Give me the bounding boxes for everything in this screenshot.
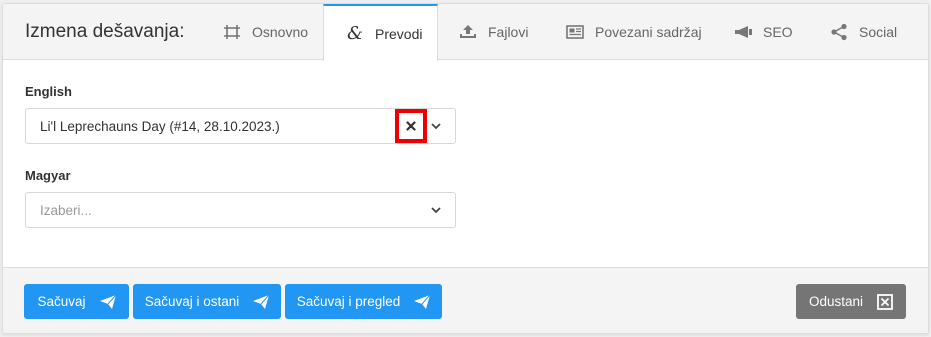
card-footer: Sačuvaj Sačuvaj i ostani Sačuvaj i pregl… [3, 267, 928, 333]
tab-label: Osnovno [252, 24, 309, 40]
tab-social[interactable]: Social [829, 4, 897, 60]
page-title: Izmena dešavanja: [25, 21, 185, 42]
save-button-label: Sačuvaj [37, 294, 86, 309]
magyar-placeholder: Izaberi... [40, 203, 92, 218]
close-box-icon [877, 293, 893, 310]
tab-label: Social [859, 24, 898, 40]
edit-event-card: Izmena dešavanja: Osnovno & Prevodi Fajl… [2, 3, 929, 334]
send-icon [253, 294, 270, 309]
tab-label: Fajlovi [488, 24, 529, 40]
magyar-label: Magyar [25, 168, 71, 183]
megaphone-icon [733, 22, 753, 42]
tab-label: SEO [763, 24, 793, 40]
frame-icon [222, 22, 242, 42]
send-icon [414, 294, 431, 309]
card-body: English Li'l Leprechauns Day (#14, 28.10… [3, 61, 928, 267]
tab-osnovno[interactable]: Osnovno [222, 4, 308, 60]
chevron-down-icon[interactable] [429, 119, 443, 133]
chevron-down-icon[interactable] [429, 203, 443, 217]
tab-label: Povezani sadržaj [595, 24, 702, 40]
english-label: English [25, 84, 72, 99]
save-button[interactable]: Sačuvaj [24, 284, 129, 319]
save-and-stay-button[interactable]: Sačuvaj i ostani [133, 284, 281, 319]
tab-povezani-sadrzaj[interactable]: Povezani sadržaj [565, 4, 702, 60]
newspaper-icon [565, 22, 585, 42]
tab-seo[interactable]: SEO [733, 4, 793, 60]
cancel-button-label: Odustani [808, 294, 864, 309]
tab-label: Prevodi [375, 25, 423, 42]
card-header: Izmena dešavanja: Osnovno & Prevodi Fajl… [3, 4, 928, 61]
save-and-view-button[interactable]: Sačuvaj i pregled [285, 284, 442, 319]
tab-fajlovi[interactable]: Fajlovi [458, 4, 528, 60]
tab-prevodi[interactable]: & Prevodi [323, 4, 438, 61]
magyar-select[interactable]: Izaberi... [25, 192, 456, 228]
cancel-button[interactable]: Odustani [796, 284, 906, 319]
english-selected-value: Li'l Leprechauns Day (#14, 28.10.2023.) [40, 119, 280, 134]
ampersand-icon: & [346, 23, 364, 44]
close-icon [406, 121, 416, 131]
send-icon [99, 294, 116, 309]
save-and-view-label: Sačuvaj i pregled [296, 294, 401, 309]
upload-icon [458, 22, 478, 42]
clear-selection-button[interactable] [395, 109, 427, 143]
share-icon [829, 22, 849, 42]
english-select[interactable]: Li'l Leprechauns Day (#14, 28.10.2023.) [25, 108, 456, 144]
save-and-stay-label: Sačuvaj i ostani [144, 294, 240, 309]
